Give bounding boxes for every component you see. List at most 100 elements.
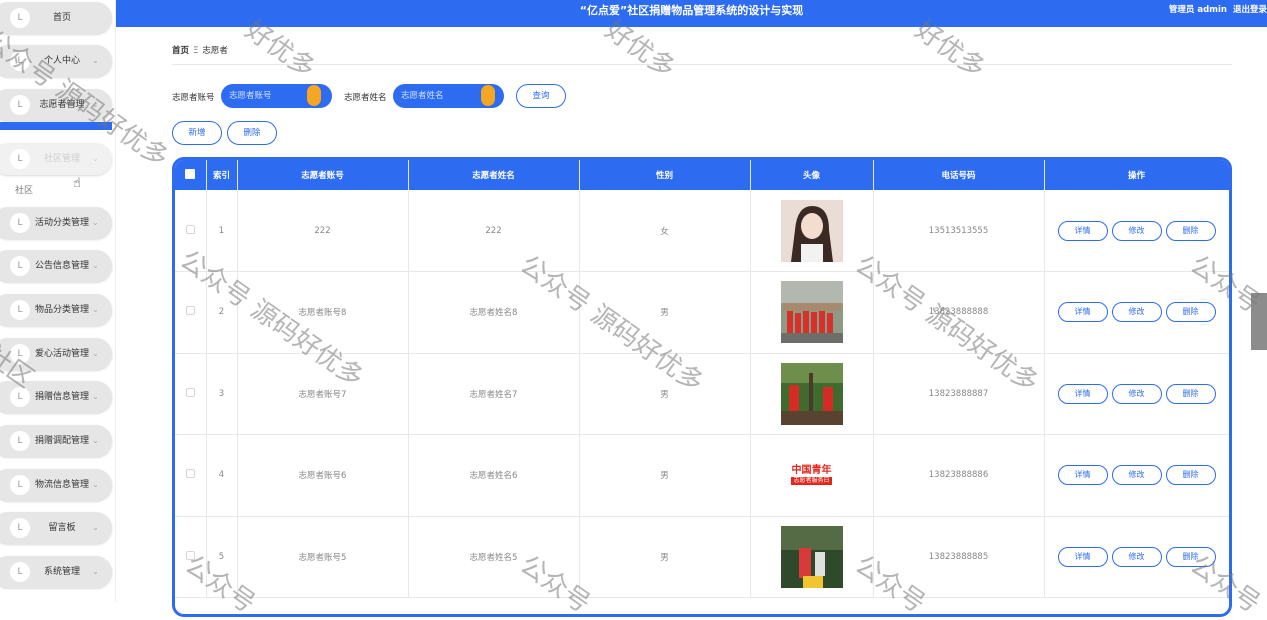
breadcrumb: 首页 Ξ 志愿者 [172,44,228,56]
logout-link[interactable]: 退出登录 [1233,5,1267,15]
sidebar-item[interactable]: L 活动分类管理 ⌄ [0,207,112,239]
pointer-cursor-icon: ☝ [73,176,81,191]
index-cell: 4 [206,434,238,517]
row-checkbox[interactable] [185,387,195,397]
menu-icon: L [10,213,30,233]
delete-button[interactable]: 删除 [1165,383,1216,404]
sidebar-item[interactable]: L 捐赠调配管理 ⌄ [0,425,112,457]
avatar-poster-title: 中国青年 [791,465,832,477]
row-checkbox[interactable] [185,550,195,560]
column-header: 性别 [579,160,751,190]
sidebar-item[interactable]: L 捐赠信息管理 ⌄ [0,381,112,413]
menu-icon: L [10,562,30,582]
phone-cell: 13513513555 [873,190,1045,272]
table-header-row: 索引 志愿者账号 志愿者姓名 性别 头像 电话号码 操作 [175,160,1229,190]
edit-button[interactable]: 修改 [1111,383,1162,404]
avatar-cell [750,516,874,598]
chevron-down-icon: ⌄ [92,305,99,314]
edit-button[interactable]: 修改 [1111,302,1162,323]
table-row: 1 222 222 女 13513513555 详情 修改 删除 [175,190,1229,272]
column-header: 索引 [206,160,238,190]
index-cell: 1 [206,190,238,272]
sidebar-item[interactable]: L 公告信息管理 ⌄ [0,250,112,282]
actions-cell: 详情 修改 删除 [1044,516,1229,598]
chevron-down-icon: ⌄ [92,567,99,576]
column-header: 志愿者姓名 [408,160,580,190]
add-button[interactable]: 新增 [172,121,222,145]
table-row: 3 志愿者账号7 志愿者姓名7 男 13823888887 详情 修改 删除 [175,353,1229,435]
sidebar-item[interactable]: L 社区管理 ⌄ [0,143,112,175]
menu-icon: L [10,149,30,169]
gender-cell: 男 [579,516,751,598]
account-search-label: 志愿者账号 [172,93,215,103]
sidebar-item[interactable]: L 爱心活动管理 ⌄ [0,338,112,370]
column-header: 电话号码 [873,160,1045,190]
top-header: “亿点爱”社区捐赠物品管理系统的设计与实现 管理员 admin 退出登录 [116,0,1267,27]
phone-cell: 13823888886 [873,434,1045,517]
delete-button[interactable]: 删除 [1165,302,1216,323]
breadcrumb-home[interactable]: 首页 [172,46,189,56]
avatar-image: 中国青年 志愿者服务日 [780,444,843,507]
account-search-decoration [307,85,321,106]
sidebar-item-label: 首页 [52,13,71,23]
phone-cell: 13823888885 [873,516,1045,598]
app-title: “亿点爱”社区捐赠物品管理系统的设计与实现 [579,4,804,17]
sidebar-item[interactable]: L 个人中心 ⌄ [0,45,112,77]
detail-button[interactable]: 详情 [1057,383,1108,404]
active-menu-indicator [0,122,112,130]
breadcrumb-divider [172,64,1232,65]
edit-button[interactable]: 修改 [1111,220,1162,241]
sidebar-item-label: 物品分类管理 [34,305,89,315]
index-cell: 5 [206,516,238,598]
select-all-checkbox[interactable] [185,168,196,179]
gender-cell: 男 [579,353,751,435]
account-cell: 志愿者账号6 [237,434,409,517]
row-checkbox[interactable] [185,469,195,479]
account-cell: 222 [237,190,409,272]
avatar-cell: 中国青年 志愿者服务日 [750,434,874,517]
submenu-item-community[interactable]: 社区 [15,183,33,196]
actions-cell: 详情 修改 删除 [1044,271,1229,354]
sidebar-item[interactable]: L 系统管理 ⌄ [0,556,112,588]
delete-button[interactable]: 删除 [1165,465,1216,486]
account-cell: 志愿者账号8 [237,271,409,354]
page-scrollbar-thumb[interactable] [1251,293,1267,350]
detail-button[interactable]: 详情 [1057,465,1108,486]
name-cell: 志愿者姓名6 [408,434,580,517]
edit-button[interactable]: 修改 [1111,465,1162,486]
sidebar-item-label: 捐赠信息管理 [34,392,89,402]
delete-button[interactable]: 删除 [1165,546,1216,567]
sidebar-item[interactable]: L 物流信息管理 ⌄ [0,469,112,501]
bulk-delete-button[interactable]: 删除 [227,121,277,145]
detail-button[interactable]: 详情 [1057,546,1108,567]
menu-icon: L [10,387,30,407]
sidebar-item[interactable]: L 物品分类管理 ⌄ [0,294,112,326]
avatar-image [780,525,843,588]
sidebar-item[interactable]: L 首页 [0,2,112,34]
avatar-cell [750,271,874,354]
chevron-down-icon: ⌄ [92,392,99,401]
column-header: 志愿者账号 [237,160,409,190]
avatar-image [780,362,843,425]
sidebar-item-label: 捐赠调配管理 [34,436,89,446]
row-select-cell [175,271,207,354]
sidebar-item[interactable]: L 志愿者管理 ⌄ [0,89,112,121]
chevron-down-icon: ⌄ [92,56,99,65]
row-checkbox[interactable] [185,306,195,316]
menu-icon: L [10,256,30,276]
menu-icon: L [10,475,30,495]
detail-button[interactable]: 详情 [1057,220,1108,241]
delete-button[interactable]: 删除 [1165,220,1216,241]
name-search-label: 志愿者姓名 [344,93,387,103]
sidebar-item-label: 留言板 [48,523,76,533]
name-cell: 志愿者姓名5 [408,516,580,598]
edit-button[interactable]: 修改 [1111,546,1162,567]
query-button[interactable]: 查询 [516,84,566,108]
account-cell: 志愿者账号5 [237,516,409,598]
sidebar-item-label: 志愿者管理 [39,100,85,110]
avatar-cell [750,353,874,435]
row-checkbox[interactable] [185,224,195,234]
detail-button[interactable]: 详情 [1057,302,1108,323]
chevron-down-icon: ⌄ [92,480,99,489]
sidebar-item[interactable]: L 留言板 ⌄ [0,512,112,544]
